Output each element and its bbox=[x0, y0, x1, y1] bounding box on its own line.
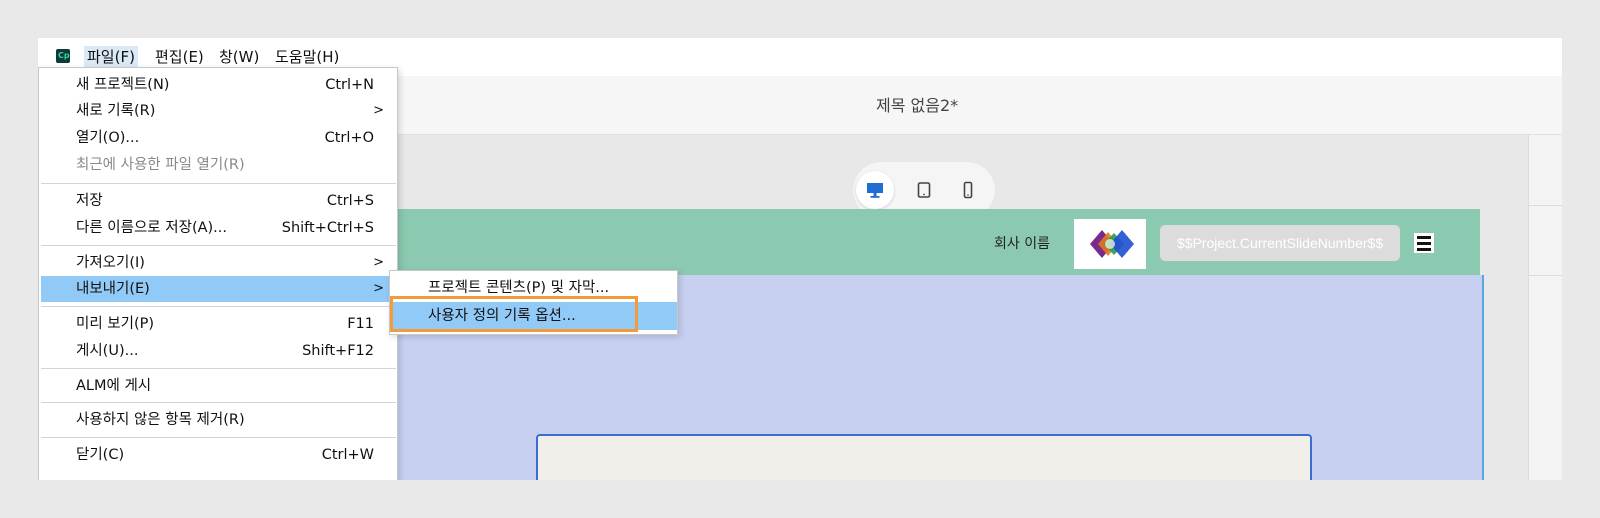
menu-item-open-recent: 최근에 사용한 파일 열기(R) bbox=[41, 152, 396, 178]
menu-item-shortcut: Ctrl+O bbox=[324, 130, 374, 146]
menu-item-label: 가져오기(I) bbox=[76, 255, 145, 271]
phone-icon bbox=[963, 181, 973, 199]
menu-item-label: 다른 이름으로 저장(A)... bbox=[76, 220, 227, 236]
menu-separator bbox=[41, 245, 396, 246]
menu-window[interactable]: 창(W) bbox=[216, 46, 262, 68]
menu-item-label: 열기(O)... bbox=[76, 130, 140, 146]
menu-item-label: 새 프로젝트(N) bbox=[76, 77, 170, 93]
slide-content-box[interactable] bbox=[536, 434, 1312, 480]
menu-item-label: 게시(U)... bbox=[76, 343, 139, 359]
chevron-right-icon: > bbox=[373, 103, 384, 118]
chevron-right-icon: > bbox=[373, 281, 384, 296]
company-name[interactable]: 회사 이름 bbox=[994, 233, 1050, 253]
menu-item-close[interactable]: 닫기(C) Ctrl+W bbox=[41, 442, 396, 468]
document-title[interactable]: 제목 없음2* bbox=[876, 92, 958, 116]
menu-item-label: 내보내기(E) bbox=[76, 281, 150, 297]
desktop-icon bbox=[867, 183, 883, 198]
menu-item-shortcut: Ctrl+S bbox=[326, 193, 374, 209]
menu-item-label: ALM에 게시 bbox=[76, 378, 152, 394]
phone-view-button[interactable] bbox=[949, 171, 987, 209]
file-menu-dropdown: 새 프로젝트(N) Ctrl+N 새로 기록(R) > 열기(O)... Ctr… bbox=[38, 67, 398, 480]
menu-item-export[interactable]: 내보내기(E) > bbox=[41, 276, 396, 302]
slide-number-field[interactable]: $$Project.CurrentSlideNumber$$ bbox=[1160, 225, 1400, 261]
menu-item-label: 새로 기록(R) bbox=[76, 103, 156, 119]
menu-item-label: 최근에 사용한 파일 열기(R) bbox=[76, 157, 245, 173]
chevron-right-icon: > bbox=[373, 255, 384, 270]
menu-separator bbox=[41, 368, 396, 369]
menu-file[interactable]: 파일(F) bbox=[84, 46, 138, 68]
right-panel-strip bbox=[1528, 135, 1562, 480]
menu-item-label: 저장 bbox=[76, 193, 103, 209]
tablet-view-button[interactable] bbox=[905, 171, 943, 209]
menu-item-publish[interactable]: 게시(U)... Shift+F12 bbox=[41, 338, 396, 364]
slide-header-bar: 회사 이름 $$Project.CurrentSlideNumber$$ bbox=[390, 209, 1480, 275]
menu-separator bbox=[41, 402, 396, 403]
menu-item-preview[interactable]: 미리 보기(P) F11 bbox=[41, 311, 396, 337]
menu-help[interactable]: 도움말(H) bbox=[272, 46, 342, 68]
menu-item-import[interactable]: 가져오기(I) > bbox=[41, 250, 396, 276]
menu-item-label: 사용하지 않은 항목 제거(R) bbox=[76, 412, 245, 428]
menu-item-shortcut: Ctrl+N bbox=[325, 77, 374, 93]
menu-item-remove-unused[interactable]: 사용하지 않은 항목 제거(R) bbox=[41, 407, 396, 433]
menu-item-shortcut: Shift+Ctrl+S bbox=[281, 220, 374, 236]
app-icon-text: Cp bbox=[58, 51, 70, 60]
colored-diamonds-logo-icon bbox=[1090, 230, 1134, 258]
menu-item-save[interactable]: 저장 Ctrl+S bbox=[41, 188, 396, 214]
app-window: Cp 파일(F) 편집(E) 창(W) 도움말(H) 제목 없음2* 회사 이름… bbox=[38, 38, 1562, 480]
menu-item-shortcut: Ctrl+W bbox=[321, 447, 374, 463]
menu-item-save-as[interactable]: 다른 이름으로 저장(A)... Shift+Ctrl+S bbox=[41, 215, 396, 241]
company-logo[interactable] bbox=[1074, 219, 1146, 269]
menu-item-open[interactable]: 열기(O)... Ctrl+O bbox=[41, 125, 396, 151]
menu-item-shortcut: Shift+F12 bbox=[302, 343, 374, 359]
menu-separator bbox=[41, 306, 396, 307]
divider bbox=[1529, 275, 1562, 276]
menu-item-shortcut: F11 bbox=[347, 316, 374, 332]
tablet-icon bbox=[917, 182, 931, 198]
menu-item-new-project[interactable]: 새 프로젝트(N) Ctrl+N bbox=[41, 72, 396, 98]
menu-item-record-new[interactable]: 새로 기록(R) > bbox=[41, 98, 396, 124]
captivate-app-icon: Cp bbox=[56, 49, 70, 63]
menu-separator bbox=[41, 437, 396, 438]
callout-highlight-box bbox=[390, 296, 638, 332]
divider bbox=[1529, 205, 1562, 206]
menu-separator bbox=[41, 183, 396, 184]
desktop-view-button[interactable] bbox=[856, 171, 894, 209]
hamburger-menu-icon[interactable] bbox=[1414, 233, 1434, 253]
menu-item-label: 닫기(C) bbox=[76, 447, 125, 463]
menu-edit[interactable]: 편집(E) bbox=[152, 46, 207, 68]
menu-item-publish-alm[interactable]: ALM에 게시 bbox=[41, 373, 396, 399]
menu-item-label: 미리 보기(P) bbox=[76, 316, 155, 332]
